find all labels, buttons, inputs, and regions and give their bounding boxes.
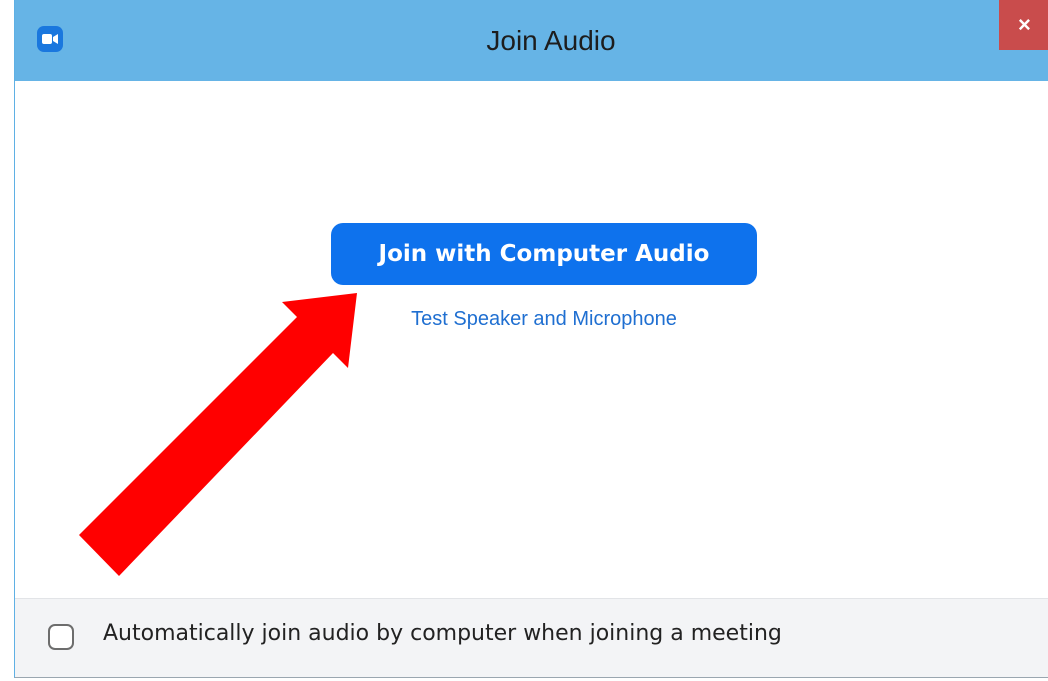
title-bar[interactable]: Join Audio × xyxy=(15,0,1048,81)
test-speaker-microphone-link[interactable]: Test Speaker and Microphone xyxy=(331,308,757,331)
dialog-content: Join with Computer Audio Test Speaker an… xyxy=(15,81,1048,598)
join-computer-audio-button[interactable]: Join with Computer Audio xyxy=(331,223,757,285)
dialog-footer: Automatically join audio by computer whe… xyxy=(15,598,1048,677)
close-button[interactable]: × xyxy=(999,0,1048,50)
auto-join-checkbox[interactable] xyxy=(48,624,74,650)
arrow-shape xyxy=(79,293,357,576)
join-audio-dialog: Join Audio × Join with Computer Audio Te… xyxy=(14,0,1048,678)
window-title: Join Audio xyxy=(486,25,616,56)
red-arrow-annotation xyxy=(79,293,357,576)
auto-join-label: Automatically join audio by computer whe… xyxy=(103,621,782,646)
